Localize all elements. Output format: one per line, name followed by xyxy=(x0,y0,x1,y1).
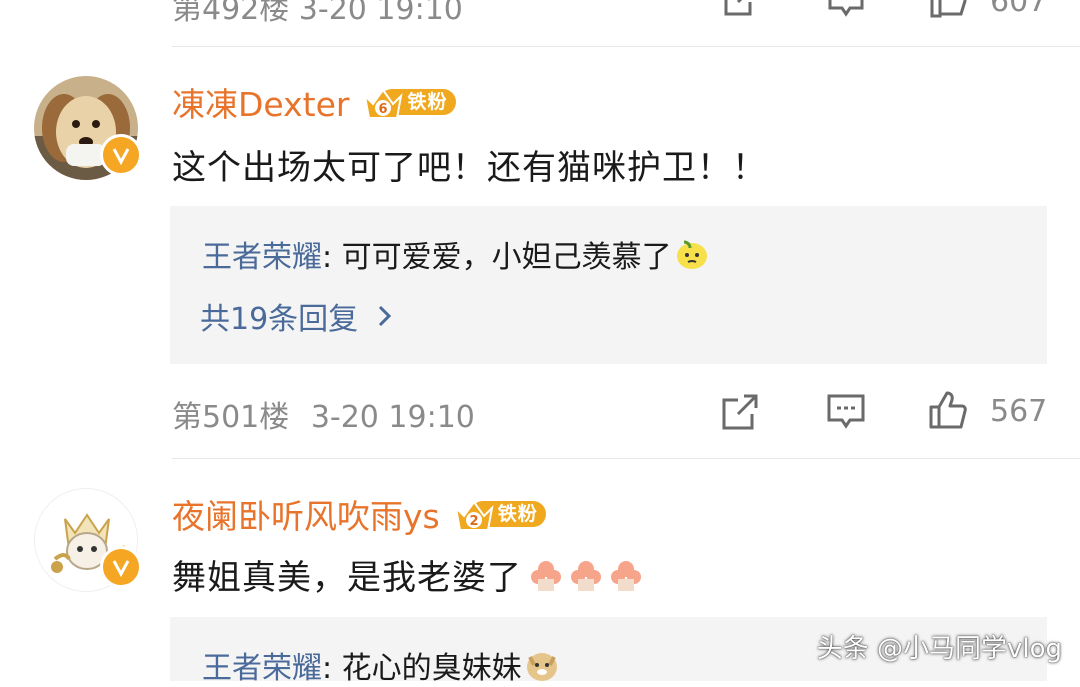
comment-header: 夜阑卧听风吹雨ys 2 铁粉 xyxy=(172,490,546,538)
divider xyxy=(172,46,1080,47)
crown-icon: 6 xyxy=(363,88,404,119)
like-icon[interactable] xyxy=(928,390,968,434)
like-count-prev: 607 xyxy=(990,0,1048,19)
comment-text: 舞姐真美，是我老婆了 xyxy=(172,558,522,598)
avatar[interactable] xyxy=(34,488,142,592)
reply-author[interactable]: 王者荣耀 xyxy=(202,232,322,276)
comment-meta: 第501楼 3-20 19:10 xyxy=(172,392,475,436)
comment-text: 这个出场太可了吧！还有猫咪护卫！！ xyxy=(172,148,767,188)
flower-emoji-icon xyxy=(531,560,561,591)
reply-count: 共19条回复 xyxy=(200,302,359,337)
flower-emoji-icon xyxy=(571,560,601,591)
flower-emoji-group xyxy=(526,555,646,595)
fan-badge[interactable]: 6 铁粉 xyxy=(361,85,456,119)
view-replies-link[interactable]: 共19条回复 xyxy=(200,294,396,338)
floor-number: 第501楼 xyxy=(172,400,290,435)
flower-emoji-icon xyxy=(611,560,641,591)
reply-text: : 可可爱爱，小妲己羡慕了 xyxy=(322,240,672,275)
fan-level: 6 xyxy=(379,102,388,117)
chevron-right-icon xyxy=(379,305,392,327)
comment-body: 舞姐真美，是我老婆了 xyxy=(172,550,646,599)
divider xyxy=(172,458,1080,459)
avatar[interactable] xyxy=(34,76,142,180)
comment-icon[interactable] xyxy=(826,392,866,436)
verified-badge-icon xyxy=(100,546,142,588)
comment-time: 3-20 19:10 xyxy=(310,400,475,435)
crown-icon: 2 xyxy=(454,500,494,531)
doge-emoji-icon xyxy=(526,653,557,681)
comment-icon[interactable] xyxy=(826,0,866,24)
fan-level: 2 xyxy=(469,514,478,529)
reply-line: 王者荣耀 : 可可爱爱，小妲己羡慕了 xyxy=(202,232,710,276)
comment-header: 凍凍Dexter 6 铁粉 xyxy=(172,78,456,126)
reply-line: 王者荣耀 : 花心的臭妹妹 xyxy=(202,643,560,687)
floor-time-prev: 第492楼 3-20 19:10 xyxy=(172,0,463,27)
reply-preview[interactable]: 王者荣耀 : 可可爱爱，小妲己羡慕了 共19条回复 xyxy=(170,206,1047,364)
username[interactable]: 凍凍Dexter xyxy=(172,78,349,126)
share-icon[interactable] xyxy=(720,0,760,24)
like-count: 567 xyxy=(990,394,1048,429)
like-icon[interactable] xyxy=(928,0,968,24)
verified-badge-icon xyxy=(100,134,142,176)
watermark: 头条 @小马同学vlog xyxy=(816,634,1062,664)
reply-author[interactable]: 王者荣耀 xyxy=(202,643,322,687)
username[interactable]: 夜阑卧听风吹雨ys xyxy=(172,490,440,538)
lemon-face-emoji-icon xyxy=(676,240,707,269)
share-icon[interactable] xyxy=(720,392,760,436)
reply-text: : 花心的臭妹妹 xyxy=(322,651,522,686)
fan-badge[interactable]: 2 铁粉 xyxy=(452,497,546,531)
